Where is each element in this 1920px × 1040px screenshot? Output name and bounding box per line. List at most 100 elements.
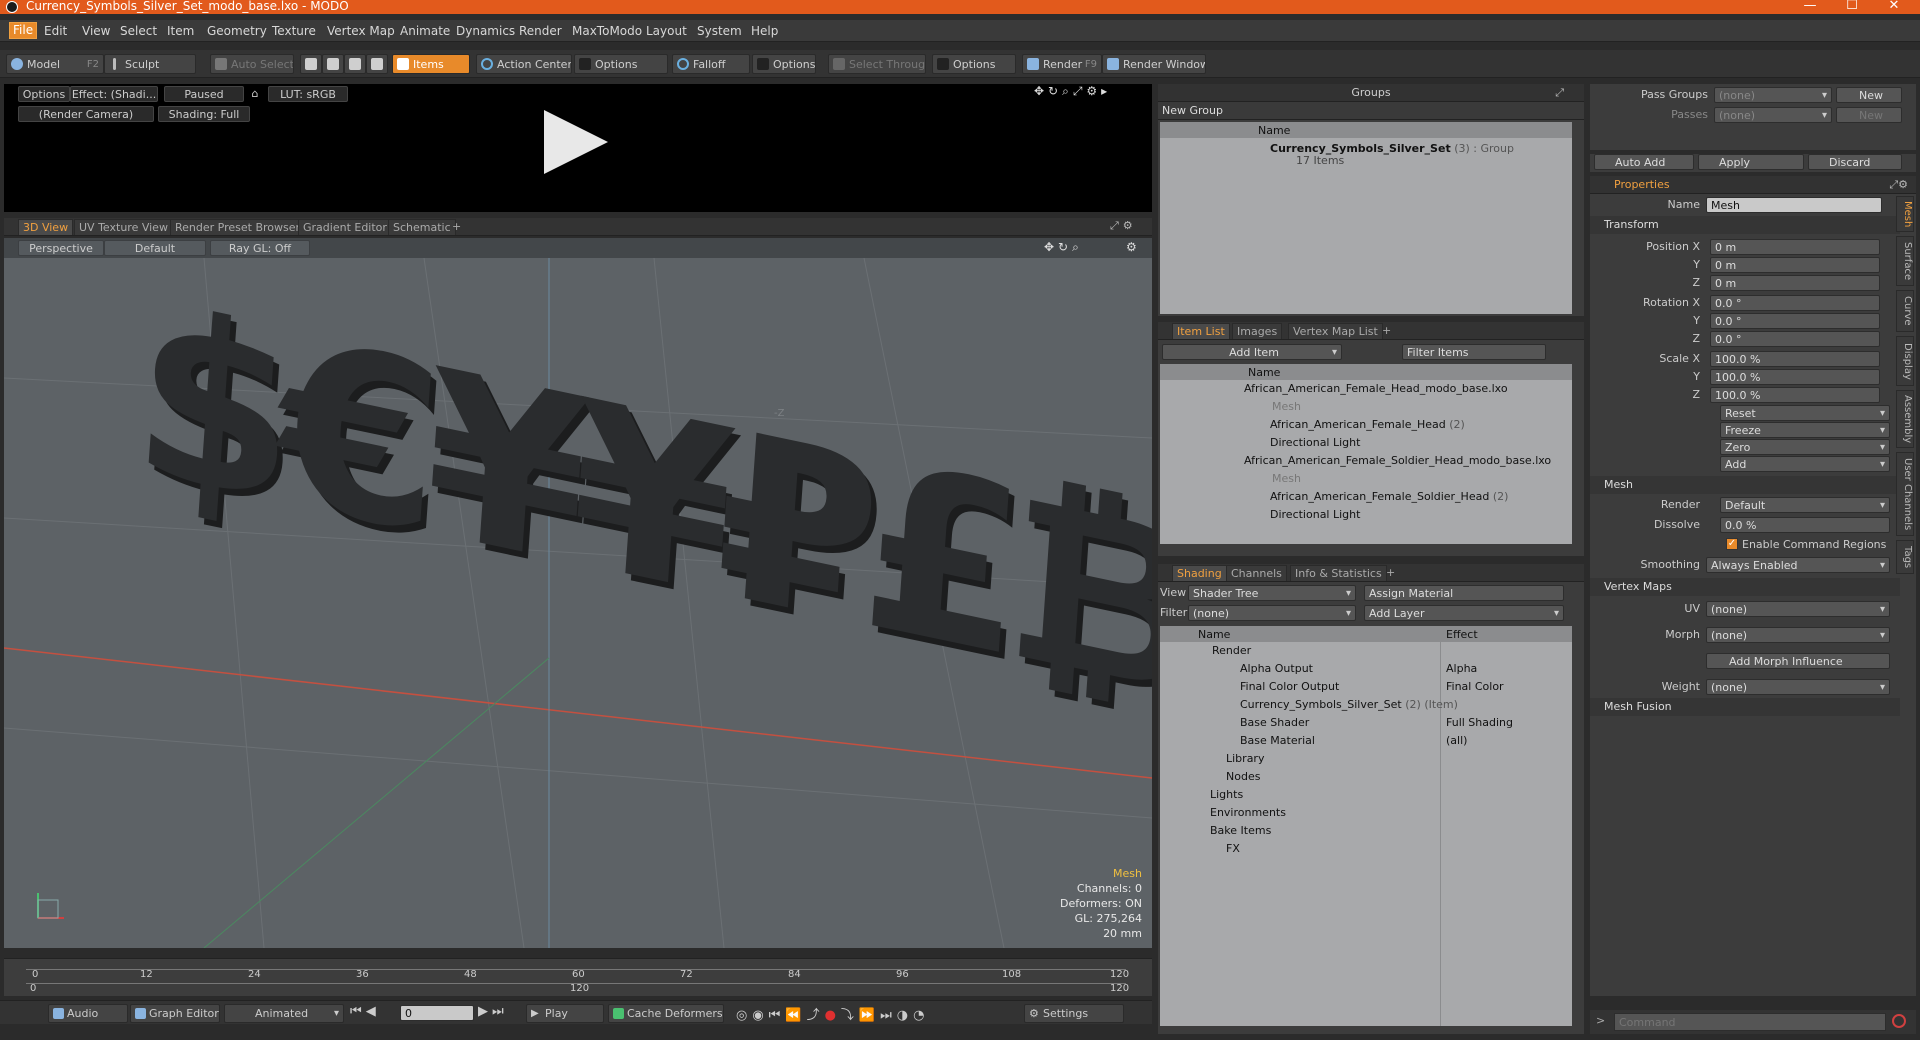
new-pass-group-button[interactable]: New xyxy=(1836,87,1902,103)
add-layer-dropdown[interactable]: Add Layer xyxy=(1364,605,1564,621)
shader-row[interactable]: Library xyxy=(1226,750,1264,768)
add-item-dropdown[interactable]: Add Item xyxy=(1162,344,1342,360)
shader-row[interactable]: Alpha Output xyxy=(1240,660,1313,678)
menu-edit[interactable]: Edit xyxy=(44,24,67,38)
item-row[interactable]: African_American_Female_Head_modo_base.l… xyxy=(1244,380,1508,398)
item-row[interactable]: Mesh xyxy=(1272,470,1301,488)
passes-dropdown[interactable]: (none) xyxy=(1714,107,1832,123)
tab-schematic[interactable]: Schematic xyxy=(388,219,456,235)
morph-dropdown[interactable]: (none) xyxy=(1706,627,1890,643)
side-tab-display[interactable]: Display xyxy=(1896,336,1914,386)
rotation-x-field[interactable]: 0.0 ° xyxy=(1710,295,1880,311)
add-tab-button[interactable]: + xyxy=(448,219,465,235)
command-input[interactable] xyxy=(1614,1013,1886,1031)
shader-row[interactable]: Environments xyxy=(1210,804,1286,822)
item-row[interactable]: African_American_Female_Soldier_Head_mod… xyxy=(1244,452,1551,470)
preview-nav-icons[interactable]: ✥↻⌕⤢⚙▸ xyxy=(1034,84,1111,99)
settings-button[interactable]: ⚙ Settings xyxy=(1024,1004,1124,1023)
action-center-button[interactable]: Action Center xyxy=(476,54,572,74)
item-row[interactable]: Mesh xyxy=(1272,398,1301,416)
preview-camera-dropdown[interactable]: (Render Camera) xyxy=(18,106,154,122)
name-field[interactable]: Mesh xyxy=(1706,197,1882,213)
menu-maxtomodo[interactable]: MaxToModo xyxy=(572,24,642,38)
add-shading-tab-button[interactable]: + xyxy=(1382,565,1399,581)
smoothing-dropdown[interactable]: Always Enabled xyxy=(1706,557,1890,573)
shader-effect[interactable]: (all) xyxy=(1446,732,1467,750)
menu-system[interactable]: System xyxy=(697,24,742,38)
menu-layout[interactable]: Layout xyxy=(646,24,687,38)
jump-prev-icons[interactable]: ⏮◀ xyxy=(350,1004,380,1019)
position-y-field[interactable]: 0 m xyxy=(1710,257,1880,273)
cache-deformers-button[interactable]: Cache Deformers xyxy=(608,1004,724,1023)
select-through-button[interactable]: Select Through xyxy=(828,54,926,74)
add-item-tab-button[interactable]: + xyxy=(1378,323,1395,339)
minimize-button[interactable]: — xyxy=(1790,0,1830,13)
record-macro-icon[interactable] xyxy=(1892,1014,1906,1028)
edges-mode-button[interactable] xyxy=(322,54,344,74)
play-icon[interactable] xyxy=(544,110,608,174)
assign-material-button[interactable]: Assign Material xyxy=(1364,585,1564,601)
side-tab-user-channels[interactable]: User Channels xyxy=(1896,452,1914,536)
render-button[interactable]: Render F9 xyxy=(1022,54,1102,74)
side-tab-surface[interactable]: Surface xyxy=(1896,236,1914,286)
tab-uv-texture-view[interactable]: UV Texture View xyxy=(74,219,173,235)
menu-select[interactable]: Select xyxy=(120,24,157,38)
apply-button[interactable]: Apply xyxy=(1698,154,1804,170)
preview-paused-button[interactable]: Paused xyxy=(164,86,244,102)
item-row[interactable]: African_American_Female_Soldier_Head (2) xyxy=(1270,488,1508,506)
action-center-options-button[interactable]: Options xyxy=(574,54,668,74)
shader-row[interactable]: Final Color Output xyxy=(1240,678,1339,696)
preview-options-button[interactable]: Options xyxy=(18,86,70,102)
default-style-dropdown[interactable]: Default xyxy=(104,240,206,256)
3d-viewport[interactable]: Perspective Default Ray GL: Off ✥↻⌕ ⚙ -Z… xyxy=(4,238,1152,948)
mesh-fusion-section[interactable]: Mesh Fusion xyxy=(1590,698,1900,716)
tab-item-list[interactable]: Item List xyxy=(1172,323,1230,339)
transform-section[interactable]: Transform xyxy=(1590,216,1900,234)
shader-row[interactable]: Currency_Symbols_Silver_Set (2) (Item) xyxy=(1240,696,1458,714)
mesh-section[interactable]: Mesh xyxy=(1590,476,1900,494)
tab-info-statistics[interactable]: Info & Statistics xyxy=(1290,565,1387,581)
scale-y-field[interactable]: 100.0 % xyxy=(1710,369,1880,385)
polygons-mode-button[interactable] xyxy=(344,54,366,74)
rotation-y-field[interactable]: 0.0 ° xyxy=(1710,313,1880,329)
current-frame-field[interactable]: 0 xyxy=(400,1005,474,1021)
menu-geometry[interactable]: Geometry xyxy=(207,24,267,38)
animated-dropdown[interactable]: Animated xyxy=(224,1004,344,1023)
shader-row[interactable]: Bake Items xyxy=(1210,822,1271,840)
tab-channels[interactable]: Channels xyxy=(1226,565,1287,581)
menu-file[interactable]: File xyxy=(9,22,38,39)
tab-vertex-map-list[interactable]: Vertex Map List xyxy=(1288,323,1383,339)
graph-editor-button[interactable]: Graph Editor xyxy=(130,1004,220,1023)
properties-gear-icon[interactable]: ⤢⚙ xyxy=(1889,176,1908,194)
shader-row[interactable]: Nodes xyxy=(1226,768,1260,786)
reset-dropdown[interactable]: Reset xyxy=(1720,405,1890,421)
render-window-button[interactable]: Render Window xyxy=(1102,54,1206,74)
vertex-maps-section[interactable]: Vertex Maps xyxy=(1590,578,1900,596)
falloff-button[interactable]: Falloff xyxy=(672,54,750,74)
item-row[interactable]: African_American_Female_Head (2) xyxy=(1270,416,1465,434)
zero-dropdown[interactable]: Zero xyxy=(1720,439,1890,455)
maximize-button[interactable]: ☐ xyxy=(1832,0,1872,13)
enable-command-regions-checkbox[interactable]: ✓ xyxy=(1726,538,1738,550)
position-x-field[interactable]: 0 m xyxy=(1710,239,1880,255)
preview-effect-dropdown[interactable]: Effect: (Shadi... xyxy=(70,86,158,102)
rotation-z-field[interactable]: 0.0 ° xyxy=(1710,331,1880,347)
menu-render[interactable]: Render xyxy=(519,24,562,38)
add-morph-influence-button[interactable]: Add Morph Influence xyxy=(1706,653,1890,669)
preview-shading-dropdown[interactable]: Shading: Full xyxy=(158,106,250,122)
freeze-dropdown[interactable]: Freeze xyxy=(1720,422,1890,438)
preview-lut-dropdown[interactable]: LUT: sRGB xyxy=(268,86,348,102)
tab-gradient-editor[interactable]: Gradient Editor xyxy=(298,219,392,235)
shader-row[interactable]: Base Material xyxy=(1240,732,1315,750)
raygl-dropdown[interactable]: Ray GL: Off xyxy=(210,240,310,256)
shader-row[interactable]: Render xyxy=(1212,642,1251,660)
close-button[interactable]: ✕ xyxy=(1874,0,1914,13)
shader-row[interactable]: FX xyxy=(1226,840,1240,858)
jump-next-icons[interactable]: ▶⏭ xyxy=(478,1004,508,1019)
shader-row[interactable]: Lights xyxy=(1210,786,1243,804)
menu-help[interactable]: Help xyxy=(751,24,778,38)
weight-dropdown[interactable]: (none) xyxy=(1706,679,1890,695)
items-mode-button[interactable]: Items xyxy=(392,54,470,74)
tab-shading[interactable]: Shading xyxy=(1172,565,1227,581)
model-mode-button[interactable]: Model F2 xyxy=(6,54,104,74)
